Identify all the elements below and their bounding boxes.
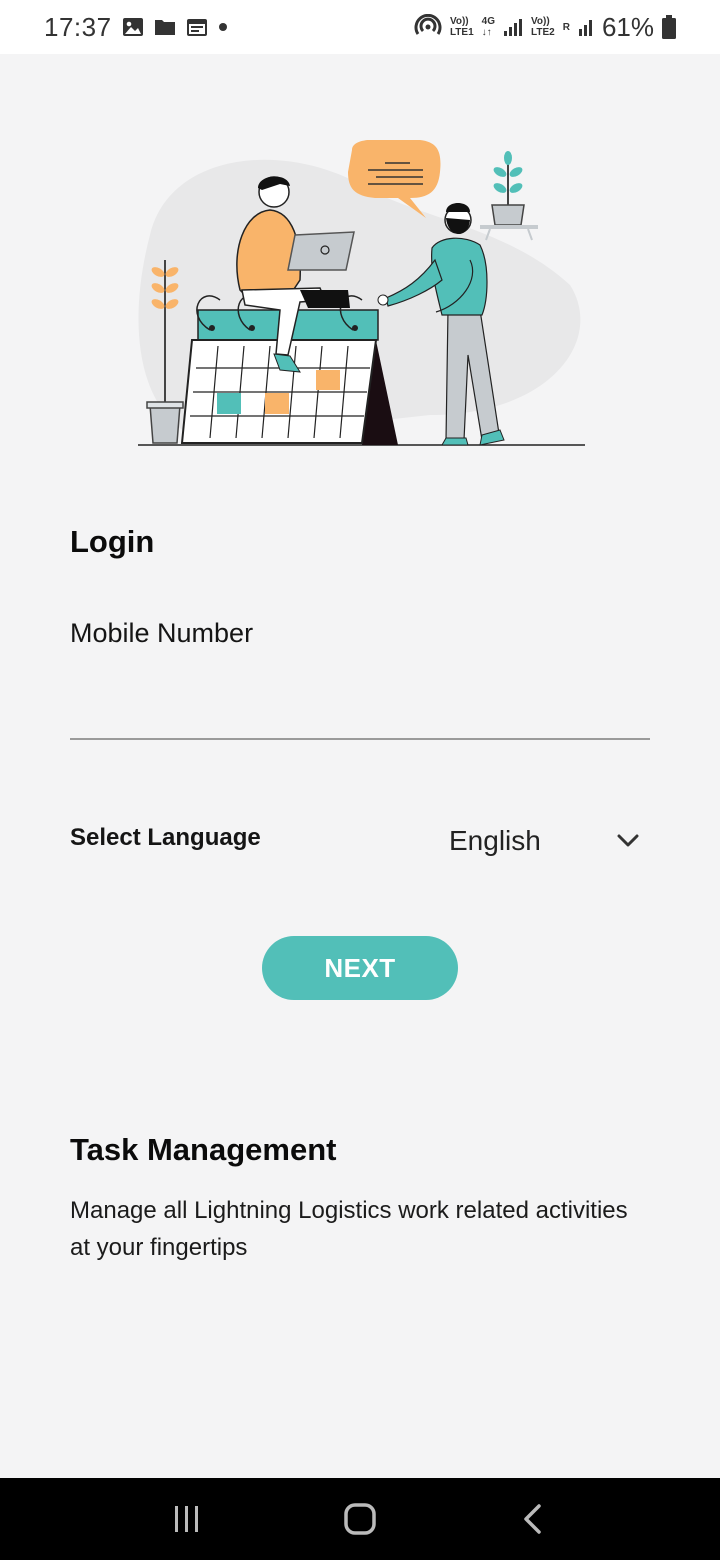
status-left: 17:37 (44, 12, 228, 43)
folder-icon (154, 20, 175, 35)
hero-illustration (138, 140, 585, 446)
back-icon (524, 1504, 542, 1534)
network-type: 4G ↓↑ (482, 16, 495, 38)
next-button[interactable]: NEXT (262, 936, 458, 1000)
chevron-down-icon (617, 834, 639, 847)
sim1-top: Vo)) (449, 16, 469, 27)
sim2-bottom: LTE2 (531, 27, 555, 38)
battery-icon (662, 15, 676, 39)
signal-icon (504, 19, 522, 36)
sim1-indicator: Vo)) LTE1 (450, 16, 474, 38)
task-management-description: Manage all Lightning Logistics work rela… (70, 1197, 628, 1261)
sim2-top: Vo)) (531, 16, 550, 27)
mobile-number-input[interactable] (70, 680, 650, 740)
dot-icon (218, 23, 227, 31)
status-time: 17:37 (44, 11, 112, 42)
language-dropdown[interactable]: English (440, 812, 650, 870)
recent-apps-icon (174, 1506, 198, 1532)
home-button[interactable] (330, 1489, 390, 1549)
sim1-bottom: LTE1 (449, 27, 474, 38)
roaming-text: R (562, 21, 570, 33)
hotspot-icon (414, 14, 442, 35)
task-management-title: Task Management (70, 1132, 337, 1167)
status-right: Vo)) LTE1 4G ↓↑ Vo)) LTE2 R 61% (414, 12, 676, 43)
signal-icon (578, 20, 592, 36)
calendar-icon (186, 19, 207, 36)
select-language-label: Select Language (70, 824, 261, 851)
network-top: 4G (481, 16, 495, 27)
roaming-indicator: R (563, 22, 570, 33)
right-plant-icon (480, 151, 538, 241)
mobile-number-label: Mobile Number (70, 618, 254, 648)
system-nav-bar (0, 1478, 720, 1560)
notification-icons (122, 17, 228, 37)
login-title: Login (70, 524, 155, 559)
battery-percent: 61% (601, 11, 654, 42)
sim2-indicator: Vo)) LTE2 (531, 16, 555, 38)
recent-apps-button[interactable] (157, 1489, 217, 1549)
image-icon (122, 18, 143, 36)
language-selected-value: English (449, 825, 541, 856)
status-bar: 17:37 Vo)) LTE1 4G ↓↑ Vo)) LTE2 R 61% (0, 0, 720, 54)
back-button[interactable] (503, 1489, 563, 1549)
home-icon (344, 1503, 376, 1535)
network-bottom: ↓↑ (481, 27, 492, 38)
